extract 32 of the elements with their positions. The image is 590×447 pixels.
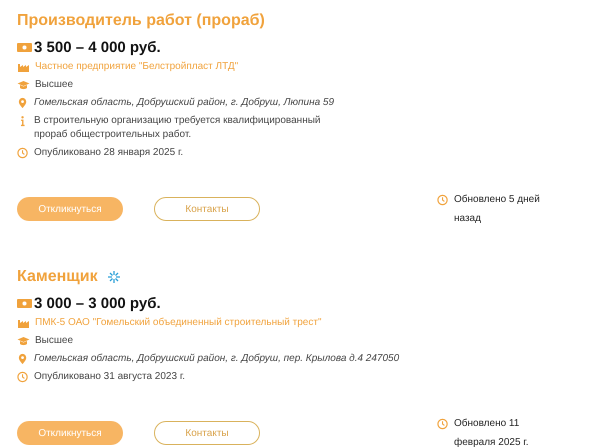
money-icon bbox=[17, 298, 32, 309]
sparkle-icon bbox=[108, 271, 120, 283]
location-text: Гомельская область, Добрушский район, г. Добруш, пер. Крылова д.4 247050 bbox=[34, 352, 400, 366]
graduation-cap-icon bbox=[17, 335, 30, 347]
updated-text: Обновлено 5 дней назад bbox=[454, 193, 541, 226]
factory-icon bbox=[17, 317, 30, 329]
contacts-button[interactable]: Контакты bbox=[154, 421, 260, 445]
location-pin-icon bbox=[17, 353, 29, 365]
vacancy-title[interactable]: Каменщик bbox=[17, 268, 98, 286]
salary: 3 500 – 4 000 руб. bbox=[34, 39, 161, 56]
clock-icon bbox=[437, 418, 449, 430]
location-text: Гомельская область, Добрушский район, г. Добруш, Люпина 59 bbox=[34, 96, 334, 110]
location-pin-icon bbox=[17, 97, 29, 109]
factory-icon bbox=[17, 61, 30, 73]
clock-icon bbox=[17, 147, 29, 159]
education-text: Высшее bbox=[35, 78, 74, 92]
respond-button[interactable]: Откликнуться bbox=[17, 197, 123, 221]
salary: 3 000 – 3 000 руб. bbox=[34, 295, 161, 312]
vacancy-title[interactable]: Производитель работ (прораб) bbox=[17, 12, 265, 30]
updated-text: Обновлено 11 февраля 2025 г. bbox=[454, 417, 530, 447]
respond-button[interactable]: Откликнуться bbox=[17, 421, 123, 445]
description-text: В строительную организацию требуется квалифицированный прораб общестроительных работ. bbox=[34, 114, 322, 142]
contacts-button[interactable]: Контакты bbox=[154, 197, 260, 221]
graduation-cap-icon bbox=[17, 79, 30, 91]
published-text: Опубликовано 31 августа 2023 г. bbox=[34, 370, 186, 384]
clock-icon bbox=[17, 371, 29, 383]
education-text: Высшее bbox=[35, 334, 74, 348]
clock-icon bbox=[437, 194, 449, 206]
company-link[interactable]: ПМК-5 ОАО "Гомельский объединенный строительный трест" bbox=[35, 316, 322, 330]
published-text: Опубликовано 28 января 2025 г. bbox=[34, 146, 184, 160]
company-link[interactable]: Частное предприятие "Белстройпласт ЛТД" bbox=[35, 60, 238, 74]
money-icon bbox=[17, 42, 32, 53]
